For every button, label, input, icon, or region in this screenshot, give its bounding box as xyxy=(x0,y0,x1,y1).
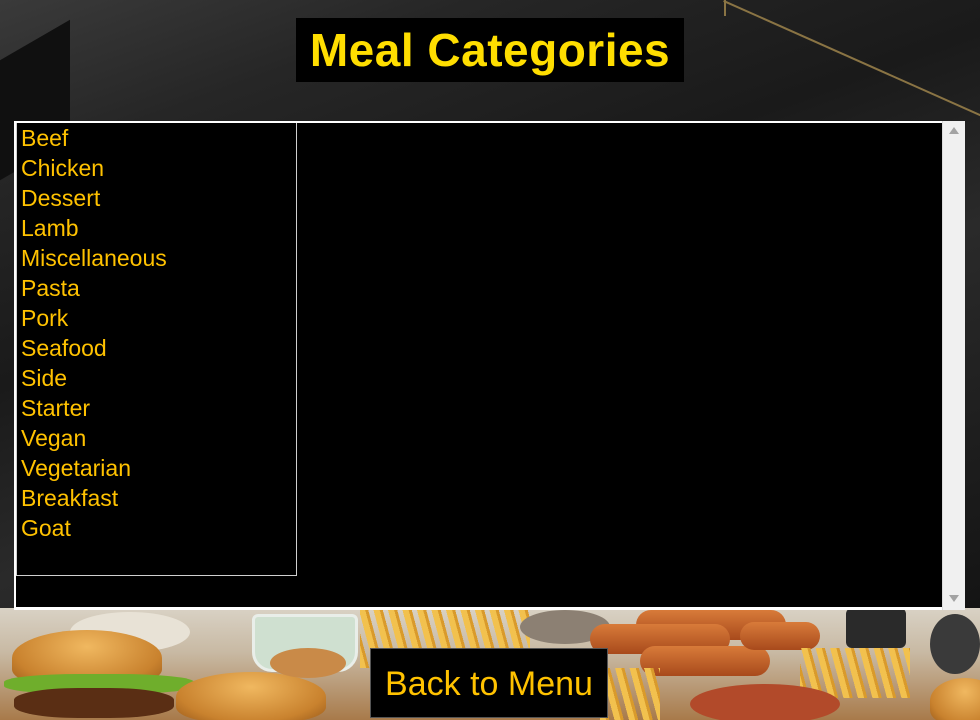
category-item-miscellaneous[interactable]: Miscellaneous xyxy=(17,243,296,273)
burger-image xyxy=(176,672,326,720)
category-item-goat[interactable]: Goat xyxy=(17,513,296,543)
category-item-lamb[interactable]: Lamb xyxy=(17,213,296,243)
back-to-menu-button[interactable]: Back to Menu xyxy=(370,648,608,718)
sauce-bowl-image xyxy=(270,648,346,678)
category-listbox[interactable]: Beef Chicken Dessert Lamb Miscellaneous … xyxy=(16,123,297,576)
category-item-chicken[interactable]: Chicken xyxy=(17,153,296,183)
background-gold-line xyxy=(723,0,980,124)
category-item-pasta[interactable]: Pasta xyxy=(17,273,296,303)
fries-image xyxy=(600,668,660,720)
scroll-down-arrow-icon[interactable] xyxy=(949,595,959,602)
drink-glass-image xyxy=(846,608,906,648)
category-item-starter[interactable]: Starter xyxy=(17,393,296,423)
burger-image xyxy=(930,678,980,720)
category-item-beef[interactable]: Beef xyxy=(17,123,296,153)
category-item-vegetarian[interactable]: Vegetarian xyxy=(17,453,296,483)
category-list: Beef Chicken Dessert Lamb Miscellaneous … xyxy=(17,123,296,543)
category-item-pork[interactable]: Pork xyxy=(17,303,296,333)
background-gold-line xyxy=(724,0,726,16)
food-plate-image xyxy=(690,684,840,720)
category-item-seafood[interactable]: Seafood xyxy=(17,333,296,363)
vertical-scrollbar[interactable] xyxy=(942,121,965,610)
category-item-vegan[interactable]: Vegan xyxy=(17,423,296,453)
page-title: Meal Categories xyxy=(296,18,684,82)
category-item-dessert[interactable]: Dessert xyxy=(17,183,296,213)
scroll-up-arrow-icon[interactable] xyxy=(949,127,959,134)
drink-glass-image xyxy=(930,614,980,674)
category-item-side[interactable]: Side xyxy=(17,363,296,393)
patty-image xyxy=(14,688,174,718)
category-item-breakfast[interactable]: Breakfast xyxy=(17,483,296,513)
sausage-image xyxy=(740,622,820,650)
panel-border xyxy=(14,607,964,610)
